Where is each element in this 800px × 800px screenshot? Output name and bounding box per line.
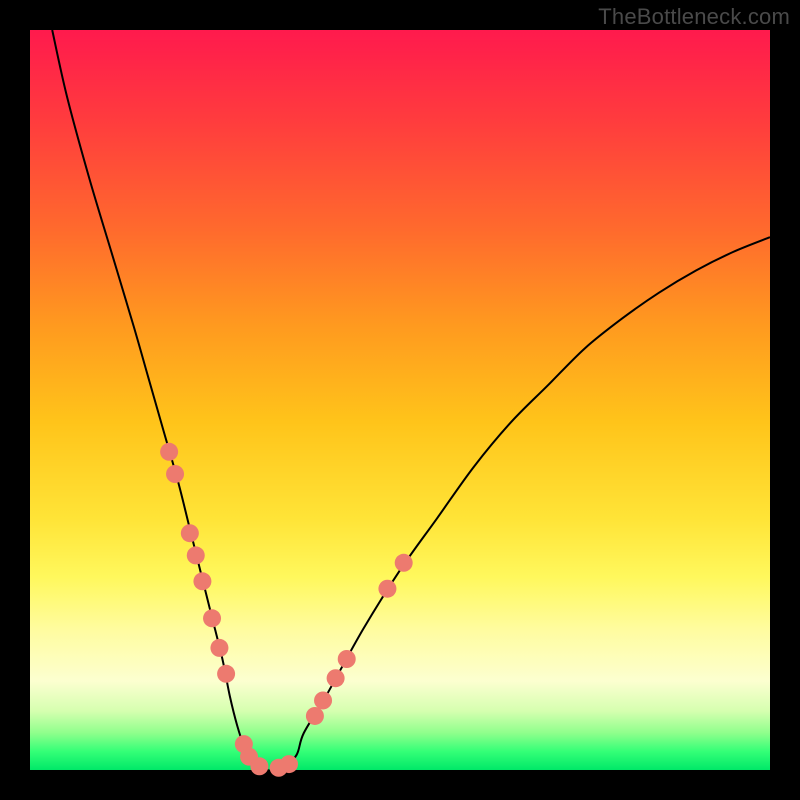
chart-frame: TheBottleneck.com (0, 0, 800, 800)
highlight-dot (395, 554, 413, 572)
highlight-dot (166, 465, 184, 483)
watermark-text: TheBottleneck.com (598, 4, 790, 30)
highlight-dot (306, 707, 324, 725)
highlight-dot (217, 665, 235, 683)
highlight-dot (250, 757, 268, 775)
highlight-dot (280, 755, 298, 773)
highlight-dot (187, 546, 205, 564)
plot-area (30, 30, 770, 770)
highlight-dot (327, 669, 345, 687)
highlight-dot (203, 609, 221, 627)
highlight-dot (314, 691, 332, 709)
bottleneck-curve (52, 30, 770, 771)
highlight-dot (160, 443, 178, 461)
highlight-dot (338, 650, 356, 668)
highlight-dot (378, 580, 396, 598)
highlight-dot (210, 639, 228, 657)
chart-svg (30, 30, 770, 770)
highlight-dot (181, 524, 199, 542)
highlight-dot (193, 572, 211, 590)
